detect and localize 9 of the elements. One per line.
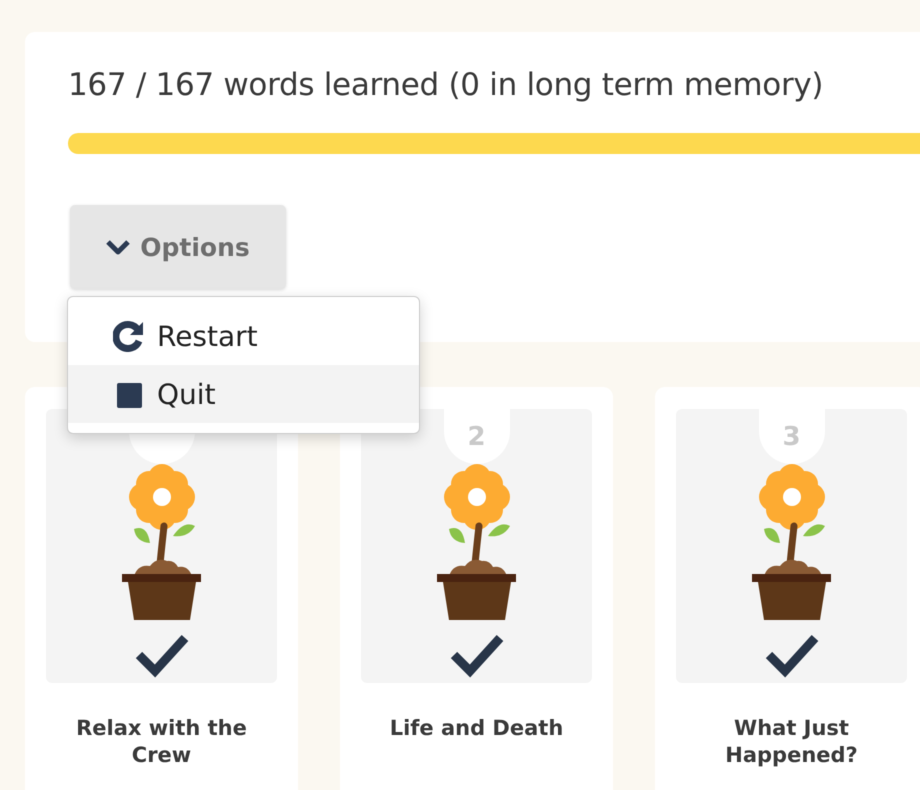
level-title: Life and Death: [388, 715, 564, 742]
menu-item[interactable]: Quit: [68, 365, 419, 423]
chevron-down-icon: [106, 239, 130, 255]
options-button[interactable]: Options: [70, 205, 286, 289]
menu-item[interactable]: Restart: [68, 307, 419, 365]
restart-icon: [113, 320, 145, 352]
level-title: What Just Happened?: [724, 715, 859, 769]
level-title: Relax with the Crew: [75, 715, 248, 769]
progress-title: 167 / 167 words learned (0 in long term memory): [68, 67, 824, 103]
